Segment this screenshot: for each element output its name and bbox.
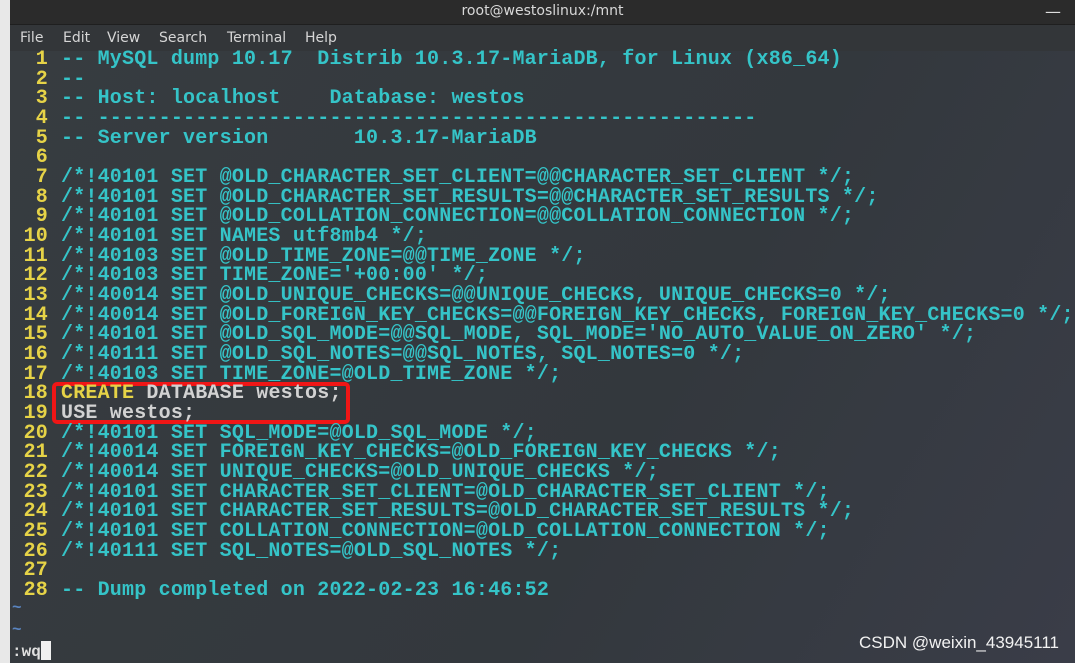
code-line: 27	[10, 561, 61, 581]
empty-line-tilde: ~	[12, 621, 22, 639]
line-number: 18	[23, 382, 48, 405]
code-line: 28 -- Dump completed on 2022-02-23 16:46:…	[10, 581, 549, 601]
line-number: 6	[35, 146, 48, 169]
line-number: 4	[35, 107, 48, 130]
code-line: 18 CREATE DATABASE westos;	[10, 384, 342, 404]
menu-file[interactable]: File	[20, 29, 43, 47]
command-text: :wq	[12, 643, 41, 661]
code-line: 10/*!40101 SET NAMES utf8mb4 */;	[10, 227, 427, 247]
line-number: 24	[23, 500, 48, 523]
command-line[interactable]: :wq	[12, 641, 51, 662]
line-number: 7	[35, 166, 48, 189]
line-number: 21	[23, 441, 48, 464]
line-number: 10	[23, 225, 48, 248]
code-line: 13/*!40014 SET @OLD_UNIQUE_CHECKS=@@UNIQ…	[10, 286, 891, 306]
line-number: 28	[23, 579, 48, 602]
window-title: root@westoslinux:/mnt	[461, 3, 624, 19]
code-line: 21/*!40014 SET FOREIGN_KEY_CHECKS=@OLD_F…	[10, 443, 781, 463]
code-line: 15/*!40101 SET @OLD_SQL_MODE=@@SQL_MODE,…	[10, 325, 976, 345]
code-text: -- Dump completed on 2022-02-23 16:46:52	[61, 579, 550, 602]
code-line: 22/*!40014 SET UNIQUE_CHECKS=@OLD_UNIQUE…	[10, 463, 659, 483]
code-text: /*!40111 SET SQL_NOTES=@OLD_SQL_NOTES */…	[61, 540, 562, 563]
code-line: 9/*!40101 SET @OLD_COLLATION_CONNECTION=…	[10, 207, 854, 227]
line-number: 15	[23, 323, 48, 346]
code-line: 25/*!40101 SET COLLATION_CONNECTION=@OLD…	[10, 522, 830, 542]
code-line: 26/*!40111 SET SQL_NOTES=@OLD_SQL_NOTES …	[10, 542, 561, 562]
code-line: 5 -- Server version 10.3.17-MariaDB	[10, 129, 537, 149]
menu-edit[interactable]: Edit	[63, 29, 90, 47]
code-line: 6	[10, 148, 61, 168]
line-number: 25	[23, 520, 48, 543]
line-number: 27	[23, 559, 48, 582]
empty-line-tilde: ~	[12, 599, 22, 617]
menu-view[interactable]: View	[107, 29, 140, 47]
cursor	[40, 641, 51, 660]
code-text: -- MySQL dump 10.17 Distrib 10.3.17-Mari…	[61, 48, 842, 71]
line-number: 19	[23, 402, 48, 425]
line-number: 13	[23, 284, 48, 307]
line-number: 12	[23, 264, 48, 287]
line-number: 9	[35, 205, 48, 228]
menu-terminal[interactable]: Terminal	[227, 29, 286, 47]
line-number: 22	[23, 461, 48, 484]
code-line: 12/*!40103 SET TIME_ZONE='+00:00' */;	[10, 266, 488, 286]
code-line: 16/*!40111 SET @OLD_SQL_NOTES=@@SQL_NOTE…	[10, 343, 745, 366]
watermark: CSDN @weixin_43945111	[859, 633, 1059, 652]
code-line: 3 -- Host: localhost Database: westos	[10, 89, 525, 109]
menu-search[interactable]: Search	[159, 29, 207, 47]
line-number: 16	[23, 343, 48, 366]
line-number: 1	[35, 48, 48, 71]
code-line: 7/*!40101 SET @OLD_CHARACTER_SET_CLIENT=…	[10, 168, 854, 188]
terminal-window: root@westoslinux:/mnt — File Edit View S…	[10, 0, 1075, 663]
menu-help[interactable]: Help	[305, 29, 337, 47]
code-line: 4 -- ------------------------------------…	[10, 109, 757, 129]
vim-editor[interactable]: ~ ~ :wq 1 -- MySQL dump 10.17 Distrib 10.…	[10, 50, 1075, 663]
code-line: 19 USE westos;	[10, 404, 195, 424]
code-line: 24/*!40101 SET CHARACTER_SET_RESULTS=@OL…	[10, 502, 854, 522]
code-text: -- Server version 10.3.17-MariaDB	[61, 127, 537, 150]
line-number: 3	[35, 87, 48, 110]
minimize-icon[interactable]: —	[1045, 4, 1061, 20]
title-bar: root@westoslinux:/mnt —	[10, 0, 1075, 25]
code-line: 1 -- MySQL dump 10.17 Distrib 10.3.17-Mar…	[10, 50, 842, 70]
